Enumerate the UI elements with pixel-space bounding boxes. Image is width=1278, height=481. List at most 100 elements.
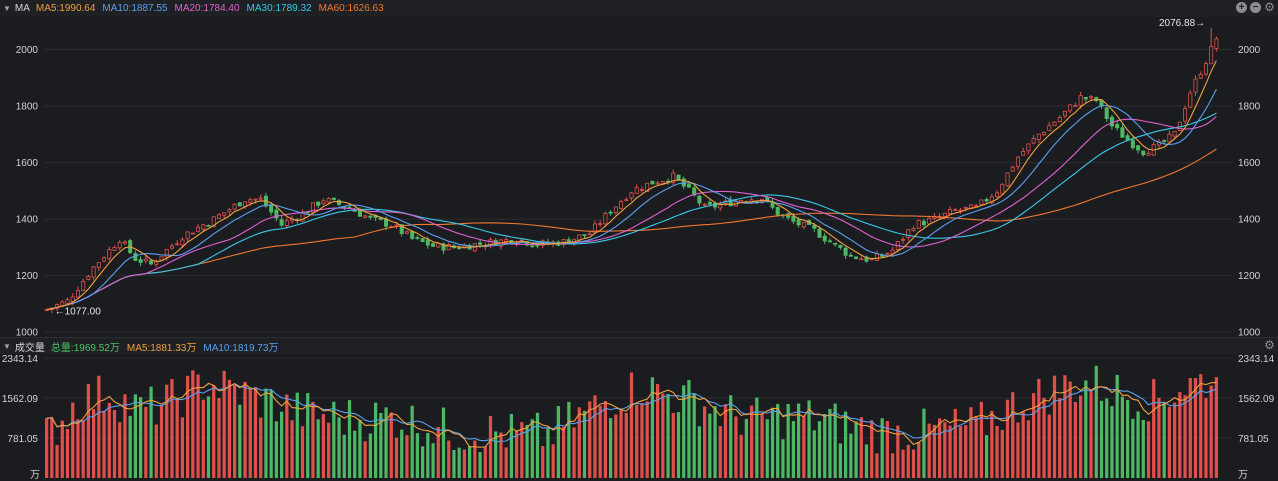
ma20-line xyxy=(46,116,1217,311)
volume-bar xyxy=(1026,420,1031,478)
candle-body-down xyxy=(1083,97,1088,100)
candle-body-up xyxy=(1146,152,1151,156)
volume-bar xyxy=(1084,380,1088,478)
candle xyxy=(201,223,206,231)
volume-bar xyxy=(1042,397,1046,478)
candle-body-down xyxy=(765,197,770,201)
candle-body-up xyxy=(1036,133,1041,141)
volume-bar xyxy=(635,405,639,478)
candle-body-up xyxy=(1188,92,1193,108)
candle-body-up xyxy=(201,224,206,230)
candle-body-down xyxy=(817,228,822,238)
volume-bar xyxy=(953,408,957,478)
volume-bar xyxy=(321,413,326,478)
candle xyxy=(953,207,958,212)
candle xyxy=(859,256,864,261)
candle-body-up xyxy=(1209,46,1214,65)
candle-body-up xyxy=(112,247,117,251)
candle xyxy=(686,183,691,188)
candle-body-up xyxy=(577,234,582,241)
candle xyxy=(848,252,853,257)
candle xyxy=(1047,121,1052,132)
ma-indicator-list: MA5:1990.64 MA10:1887.55 MA20:1784.40 MA30:… xyxy=(36,3,391,14)
volume-bar xyxy=(1073,402,1078,478)
price-chart[interactable]: 1000 1000 1200 1200 1400 1400 1600 1600 1800 1800… xyxy=(0,17,1278,337)
volume-bar xyxy=(311,401,315,478)
candle xyxy=(671,169,676,186)
volume-chart[interactable]: 781.05 781.05 1562.09 1562.09 2343.14 2343.14… xyxy=(0,354,1278,481)
collapse-caret-icon[interactable]: ▼ xyxy=(3,4,11,13)
volume-tick-label-right: 781.05 xyxy=(1238,434,1269,445)
candle-body-down xyxy=(138,259,143,263)
candle xyxy=(1193,75,1198,96)
price-tick-label-left: 1600 xyxy=(16,158,39,169)
plus-icon[interactable]: + xyxy=(1236,2,1247,13)
candle xyxy=(410,230,415,240)
volume-bar xyxy=(520,422,524,478)
candle-body-down xyxy=(415,237,420,239)
volume-bar xyxy=(546,427,550,478)
candle-body-down xyxy=(457,247,462,250)
candle-body-up xyxy=(739,200,744,203)
volume-bar xyxy=(232,384,237,478)
volume-bar xyxy=(426,432,430,478)
price-tick-label-right: 1200 xyxy=(1238,271,1261,282)
minus-icon[interactable]: − xyxy=(1250,2,1261,13)
candle xyxy=(1062,110,1067,119)
volume-bar xyxy=(50,417,54,478)
price-tick-label-left: 1800 xyxy=(16,102,39,113)
candle xyxy=(921,218,926,228)
volume-bar xyxy=(499,432,503,478)
candle-body-down xyxy=(279,219,284,226)
volume-bar xyxy=(488,415,493,478)
candle-body-down xyxy=(410,231,415,239)
candle-body-down xyxy=(357,210,362,217)
volume-bar xyxy=(201,399,205,478)
candle-body-up xyxy=(248,199,253,203)
candle-body-down xyxy=(791,216,796,222)
candle-body-up xyxy=(180,239,185,246)
volume-bar xyxy=(1089,391,1093,478)
candle xyxy=(190,232,195,235)
volume-tick-label-left: 781.05 xyxy=(7,434,38,445)
volume-bar xyxy=(561,426,566,478)
candle-body-up xyxy=(634,187,639,194)
candle-body-down xyxy=(582,234,587,237)
candle-body-up xyxy=(86,276,91,280)
volume-bar xyxy=(838,443,843,478)
candle-body-down xyxy=(1109,116,1114,127)
candle-body-up xyxy=(1005,172,1010,187)
volume-bar xyxy=(259,417,263,478)
candle-body-up xyxy=(1026,143,1031,152)
volume-bar xyxy=(222,370,226,478)
candle-body-up xyxy=(702,203,707,206)
volume-bar xyxy=(964,425,968,478)
price-tick-label-right: 2000 xyxy=(1238,45,1261,56)
ma-indicator-1: MA10:1887.55 xyxy=(102,3,168,14)
volume-bar xyxy=(1125,399,1130,478)
volume-bar xyxy=(285,394,289,478)
candle xyxy=(874,250,879,261)
volume-bar xyxy=(405,435,409,478)
gear-icon[interactable]: ⚙ xyxy=(1264,1,1275,13)
volume-tick-label-right: 2343.14 xyxy=(1238,354,1275,365)
volume-bar xyxy=(81,420,85,478)
candle-body-up xyxy=(1031,138,1036,144)
candle xyxy=(117,239,122,251)
candle xyxy=(404,230,409,235)
volume-bar xyxy=(567,401,571,478)
ma-indicator-4: MA60:1626.63 xyxy=(318,3,384,14)
volume-bar xyxy=(640,403,644,478)
collapse-caret-icon[interactable]: ▼ xyxy=(3,342,11,351)
volume-bar xyxy=(833,403,837,478)
gear-icon[interactable]: ⚙ xyxy=(1264,339,1275,351)
candle-body-down xyxy=(833,242,838,245)
volume-bar xyxy=(729,395,733,478)
price-tick-label-left: 1000 xyxy=(16,328,39,337)
volume-bar xyxy=(692,393,696,478)
volume-bar xyxy=(760,413,764,478)
volume-bar xyxy=(170,379,174,478)
ma-indicator-2: MA20:1784.40 xyxy=(174,3,240,14)
volume-panel-label: 成交量 xyxy=(14,342,45,354)
candle xyxy=(911,226,916,232)
